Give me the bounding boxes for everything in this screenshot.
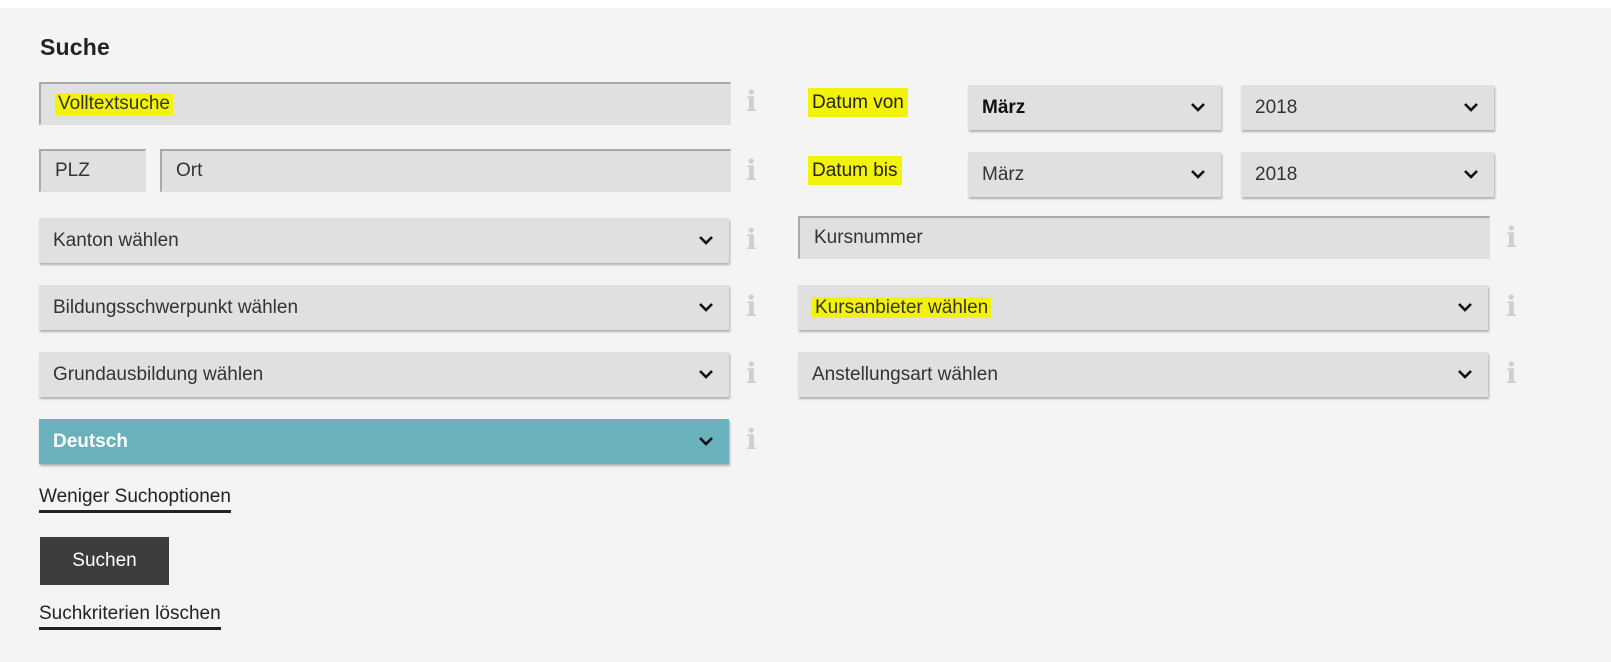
location-info-icon[interactable]: i [746,157,757,185]
canton-info-icon[interactable]: i [746,226,757,254]
basic-training-info-icon[interactable]: i [746,360,757,388]
chevron-down-icon [1456,85,1486,130]
employment-type-select[interactable]: Anstellungsart wählen [798,352,1488,397]
date-to-month-select[interactable]: März [968,152,1221,197]
date-from-year-value: 2018 [1255,96,1298,118]
language-select-value: Deutsch [53,430,128,452]
focus-select[interactable]: Bildungsschwerpunkt wählen [39,285,729,330]
course-number-input[interactable]: Kursnummer [798,216,1490,259]
date-to-month-value: März [982,163,1025,185]
chevron-down-icon [691,218,721,263]
section-title: Suche [40,34,111,60]
chevron-down-icon [691,352,721,397]
date-to-year-value: 2018 [1255,163,1298,185]
chevron-down-icon [1450,285,1480,330]
provider-info-icon[interactable]: i [1506,293,1517,321]
less-options-link[interactable]: Weniger Suchoptionen [39,486,231,513]
canton-select[interactable]: Kanton wählen [39,218,729,263]
chevron-down-icon [1456,152,1486,197]
date-from-month-value: März [982,96,1026,118]
chevron-down-icon [691,285,721,330]
focus-select-value: Bildungsschwerpunkt wählen [53,296,299,318]
course-number-info-icon[interactable]: i [1506,224,1517,252]
language-select[interactable]: Deutsch [39,419,729,464]
date-from-year-select[interactable]: 2018 [1241,85,1494,130]
language-info-icon[interactable]: i [746,426,757,454]
chevron-down-icon [1183,85,1213,130]
canton-select-value: Kanton wählen [53,229,179,251]
fulltext-info-icon[interactable]: i [746,88,757,116]
employment-type-info-icon[interactable]: i [1506,360,1517,388]
date-to-year-select[interactable]: 2018 [1241,152,1494,197]
date-to-label: Datum bis [808,156,902,185]
chevron-down-icon [691,419,721,464]
zip-input[interactable]: PLZ [39,149,146,192]
fulltext-search-input[interactable]: Volltextsuche [39,82,731,125]
provider-select[interactable]: Kursanbieter wählen [798,285,1488,330]
chevron-down-icon [1450,352,1480,397]
fulltext-placeholder: Volltextsuche [55,93,173,115]
employment-type-select-value: Anstellungsart wählen [812,363,998,385]
chevron-down-icon [1183,152,1213,197]
date-from-month-select[interactable]: März [968,85,1221,130]
basic-training-select[interactable]: Grundausbildung wählen [39,352,729,397]
provider-select-value: Kursanbieter wählen [812,296,992,318]
basic-training-select-value: Grundausbildung wählen [53,363,264,385]
clear-criteria-link[interactable]: Suchkriterien löschen [39,603,221,630]
date-from-label: Datum von [808,88,908,117]
focus-info-icon[interactable]: i [746,293,757,321]
search-button[interactable]: Suchen [40,537,169,585]
city-input[interactable]: Ort [160,149,731,192]
